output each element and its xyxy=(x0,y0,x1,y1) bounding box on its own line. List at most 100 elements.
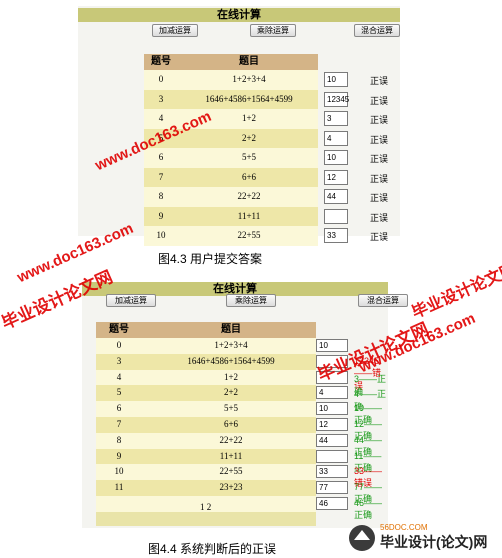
row-question: 5+5 xyxy=(223,403,239,414)
watermark-brand-3: 毕业设计论文网 xyxy=(409,260,502,323)
result-text: 正误 xyxy=(370,95,389,106)
result-text: 正误 xyxy=(370,212,389,223)
row-question: 6+6 xyxy=(241,171,257,182)
answer-input[interactable]: 10 xyxy=(324,72,348,87)
row-number: 11 xyxy=(114,482,124,493)
top-mixed-button[interactable]: 混合运算 xyxy=(354,24,400,37)
row-question: 1+2 xyxy=(223,371,239,382)
result-text: 正误 xyxy=(370,193,389,203)
table-row: 4 1+2 xyxy=(96,369,316,386)
row-number: 7 xyxy=(116,419,122,429)
row-number: 8 xyxy=(158,191,164,201)
result-text: 正误 xyxy=(370,76,389,86)
row-question: 22+22 xyxy=(237,191,261,201)
col-header-number: 题号 xyxy=(109,324,129,335)
row-question: 2+2 xyxy=(241,132,257,143)
top-mul-div-button[interactable]: 乘除运算 xyxy=(250,24,296,37)
bottom-table-header: 题号 题目 xyxy=(96,322,316,338)
row-number: 10 xyxy=(114,466,124,477)
bottom-add-sub-button[interactable]: 加减运算 xyxy=(106,294,156,307)
row-number: 5 xyxy=(116,387,122,398)
table-row: 0 1+2+3+4 xyxy=(96,338,316,354)
row-number: 0 xyxy=(116,340,122,350)
bottom-caption: 图4.4 系统判断后的正误 xyxy=(148,542,277,556)
col-header-question: 题目 xyxy=(239,56,259,67)
col-header-number: 题号 xyxy=(151,56,171,67)
row-question: 22+22 xyxy=(219,434,243,445)
row-question: 1+2+3+4 xyxy=(214,340,248,350)
answer-input[interactable]: 10 xyxy=(324,150,348,165)
table-row: 11 23+23 xyxy=(96,480,316,496)
result-text: 正误 xyxy=(370,232,389,242)
table-row: 9 11+11 xyxy=(144,206,318,226)
result-text: 正误 xyxy=(370,173,389,184)
bottom-calculator-panel: 在线计算 加减运算 乘除运算 混合运算 题号 题目 0 1+2+3+4 3 1646+… xyxy=(82,282,408,528)
table-row: 8 22+22 xyxy=(96,432,316,449)
row-question: 6+6 xyxy=(223,419,239,429)
result-text: 46——正确 xyxy=(354,498,383,520)
row-question: 1+2+3+4 xyxy=(232,74,266,84)
table-row: 3 1646+4586+1564+4599 xyxy=(96,353,316,370)
answer-input[interactable]: 3 xyxy=(324,111,348,126)
answer-input[interactable] xyxy=(316,449,348,463)
pager[interactable]: 1 2 xyxy=(200,502,211,512)
table-row: 7 6+6 xyxy=(144,167,318,187)
bottom-question-table: 题号 题目 0 1+2+3+4 3 1646+4586+1564+4599 4 1+2 5 2… xyxy=(96,322,316,526)
row-question: 22+55 xyxy=(237,230,261,240)
top-add-sub-button[interactable]: 加减运算 xyxy=(152,24,198,37)
table-row: 6 5+5 xyxy=(96,401,316,417)
answer-input[interactable]: 4 xyxy=(324,130,348,146)
answer-input[interactable]: 12 xyxy=(316,418,348,431)
answer-input[interactable]: 12 xyxy=(324,169,348,185)
row-number: 3 xyxy=(116,355,122,366)
brand-logo: 56DOC.COM 毕业设计(论文)网 xyxy=(349,523,487,551)
table-row: 10 22+55 xyxy=(96,464,316,481)
row-number: 6 xyxy=(158,152,164,162)
answer-input[interactable]: 44 xyxy=(324,189,348,204)
answer-input[interactable]: 10 xyxy=(316,402,348,416)
top-table-header: 题号 题目 xyxy=(144,54,318,70)
answer-input[interactable]: 77 xyxy=(316,481,348,495)
row-number: 9 xyxy=(158,210,164,221)
answer-input[interactable] xyxy=(324,208,348,224)
top-panel-title: 在线计算 xyxy=(78,8,400,22)
row-number: 9 xyxy=(116,450,122,461)
row-question: 11+11 xyxy=(237,210,261,221)
row-question: 11+11 xyxy=(219,450,243,461)
answer-input[interactable]: 33 xyxy=(316,465,348,479)
table-row: 3 1646+4586+1564+4599 xyxy=(144,89,318,109)
row-question: 2+2 xyxy=(223,387,239,398)
result-text: 正误 xyxy=(370,154,389,164)
row-question: 5+5 xyxy=(241,152,257,162)
row-number: 4 xyxy=(116,371,122,382)
logo-text: 毕业设计(论文)网 xyxy=(380,534,487,550)
answer-input[interactable]: 33 xyxy=(324,228,348,243)
result-text: 正误 xyxy=(370,115,389,125)
col-header-question: 题目 xyxy=(221,324,241,335)
answer-input[interactable]: 46 xyxy=(316,497,348,510)
table-row: 5 2+2 xyxy=(96,385,316,402)
row-question: 1646+4586+1564+4599 xyxy=(187,355,275,366)
row-number: 0 xyxy=(158,74,164,84)
result-text: 正误 xyxy=(370,134,389,145)
table-row: 6 5+5 xyxy=(144,148,318,168)
table-row: 9 11+11 xyxy=(96,448,316,465)
table-row: 0 1+2+3+4 xyxy=(144,70,318,90)
bottom-mixed-button[interactable]: 混合运算 xyxy=(358,294,408,307)
table-row: 7 6+6 xyxy=(96,417,316,433)
bottom-mul-div-button[interactable]: 乘除运算 xyxy=(226,294,276,307)
answer-input[interactable]: 44 xyxy=(316,433,348,447)
table-row: 8 22+22 xyxy=(144,187,318,207)
row-number: 10 xyxy=(156,230,166,240)
top-question-table: 题号 题目 0 1+2+3+4 3 1646+4586+1564+4599 4 1+2 5 2… xyxy=(144,54,318,246)
row-number: 8 xyxy=(116,434,122,445)
answer-input[interactable]: 4 xyxy=(316,386,348,400)
top-caption: 图4.3 用户提交答案 xyxy=(158,252,263,266)
row-question: 23+23 xyxy=(219,482,243,493)
row-number: 3 xyxy=(158,93,164,104)
answer-input[interactable]: 12345 xyxy=(324,91,349,107)
top-calculator-panel: 在线计算 加减运算 乘除运算 混合运算 题号 题目 0 1+2+3+4 3 1646+… xyxy=(78,6,400,246)
row-question: 1646+4586+1564+4599 xyxy=(205,93,293,104)
table-row: 10 22+55 xyxy=(144,226,318,246)
row-number: 6 xyxy=(116,403,122,414)
